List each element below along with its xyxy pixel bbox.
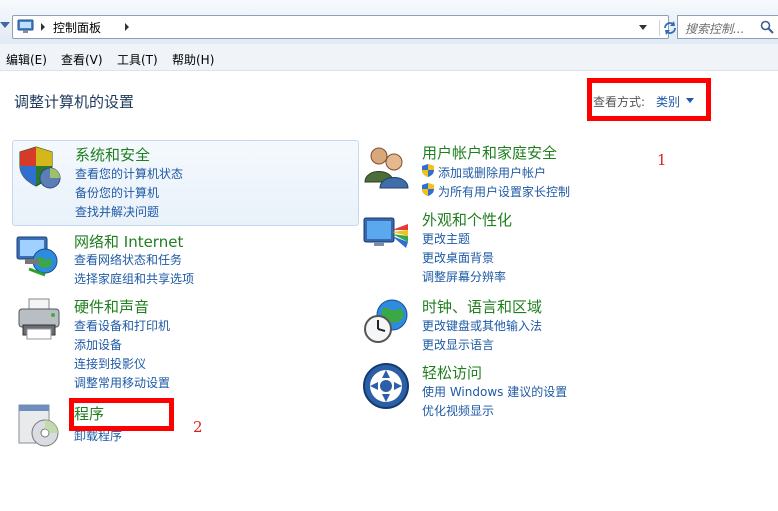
category-network-internet[interactable]: 网络和 Internet 查看网络状态和任务 选择家庭组和共享选项 <box>12 229 359 289</box>
category-hardware-sound[interactable]: 硬件和声音 查看设备和打印机 添加设备 连接到投影仪 调整常用移动设置 <box>12 295 359 391</box>
annotation-box-2 <box>69 398 174 431</box>
address-field[interactable]: 控制面板 <box>12 15 676 39</box>
breadcrumb-separator-icon[interactable] <box>125 23 129 31</box>
clock-globe-icon <box>364 299 408 343</box>
menu-edit[interactable]: 编辑(E) <box>6 51 47 68</box>
network-globe-icon <box>16 236 58 277</box>
link-network-status[interactable]: 查看网络状态和任务 <box>74 251 182 268</box>
address-bar: 控制面板 搜索控制... <box>0 0 778 44</box>
category-clock-language[interactable]: 时钟、语言和区域 更改键盘或其他输入法 更改显示语言 <box>360 295 760 353</box>
link-mobility-settings[interactable]: 调整常用移动设置 <box>74 374 170 391</box>
link-view-computer-status[interactable]: 查看您的计算机状态 <box>75 165 183 182</box>
security-shield-icon <box>19 146 61 189</box>
view-by-chevron-down-icon[interactable] <box>686 98 694 103</box>
recent-pages-chevron-icon[interactable] <box>0 22 10 28</box>
menu-help[interactable]: 帮助(H) <box>172 51 214 68</box>
link-parental-controls[interactable]: 为所有用户设置家长控制 <box>438 183 570 200</box>
category-user-accounts[interactable]: 用户帐户和家庭安全 添加或删除用户帐户 为所有用户设置家长控制 <box>360 140 760 200</box>
programs-disc-icon <box>18 404 59 447</box>
breadcrumb-separator-icon[interactable] <box>41 23 45 31</box>
ease-of-access-icon <box>363 363 409 409</box>
control-panel-content: 调整计算机的设置 查看方式: 类别 1 2 系统和安全 查看您的计算机状态 备份… <box>0 71 778 511</box>
link-add-remove-accounts[interactable]: 添加或删除用户帐户 <box>438 164 546 181</box>
category-appearance[interactable]: 外观和个性化 更改主题 更改桌面背景 调整屏幕分辨率 <box>360 208 760 284</box>
link-homegroup-sharing[interactable]: 选择家庭组和共享选项 <box>74 270 194 287</box>
link-backup-computer[interactable]: 备份您的计算机 <box>75 184 159 201</box>
category-title-system[interactable]: 系统和安全 <box>75 144 150 165</box>
menu-view[interactable]: 查看(V) <box>61 51 103 68</box>
page-title: 调整计算机的设置 <box>14 93 135 111</box>
link-screen-resolution[interactable]: 调整屏幕分辨率 <box>422 268 506 285</box>
printer-speaker-icon <box>18 298 60 340</box>
category-title-clock[interactable]: 时钟、语言和区域 <box>422 296 542 317</box>
category-ease-of-access[interactable]: 轻松访问 使用 Windows 建议的设置 优化视频显示 <box>360 362 760 420</box>
link-troubleshoot[interactable]: 查找并解决问题 <box>75 203 159 220</box>
appearance-icon <box>363 217 408 248</box>
link-optimize-display[interactable]: 优化视频显示 <box>422 402 494 419</box>
breadcrumb-control-panel[interactable]: 控制面板 <box>53 19 101 36</box>
link-add-device[interactable]: 添加设备 <box>74 336 122 353</box>
category-programs[interactable]: 程序 卸载程序 <box>12 399 359 449</box>
view-by-label: 查看方式: <box>593 95 646 109</box>
menu-bar: 编辑(E) 查看(V) 工具(T) 帮助(H) <box>0 44 778 71</box>
control-panel-icon <box>17 19 34 33</box>
link-connect-projector[interactable]: 连接到投影仪 <box>74 355 146 372</box>
link-devices-printers[interactable]: 查看设备和打印机 <box>74 317 170 334</box>
category-title-users[interactable]: 用户帐户和家庭安全 <box>422 142 557 163</box>
link-windows-recommended-settings[interactable]: 使用 Windows 建议的设置 <box>422 383 567 400</box>
link-change-theme[interactable]: 更改主题 <box>422 230 470 247</box>
uac-shield-icon <box>422 183 434 196</box>
link-desktop-background[interactable]: 更改桌面背景 <box>422 249 494 266</box>
category-title-appearance[interactable]: 外观和个性化 <box>422 209 512 230</box>
search-icon[interactable] <box>760 20 774 34</box>
uac-shield-icon <box>422 164 434 177</box>
users-icon <box>364 147 409 189</box>
category-title-hardware[interactable]: 硬件和声音 <box>74 296 149 317</box>
link-display-language[interactable]: 更改显示语言 <box>422 336 494 353</box>
category-title-network[interactable]: 网络和 Internet <box>74 231 183 252</box>
category-title-ease[interactable]: 轻松访问 <box>422 362 482 383</box>
search-input[interactable]: 搜索控制... <box>677 15 778 39</box>
search-placeholder: 搜索控制... <box>685 22 745 36</box>
view-by-dropdown[interactable]: 类别 <box>656 93 680 110</box>
address-dropdown-icon[interactable] <box>639 25 647 30</box>
category-system-security[interactable]: 系统和安全 查看您的计算机状态 备份您的计算机 查找并解决问题 <box>12 140 359 226</box>
link-change-input-method[interactable]: 更改键盘或其他输入法 <box>422 317 542 334</box>
menu-tools[interactable]: 工具(T) <box>117 51 158 68</box>
